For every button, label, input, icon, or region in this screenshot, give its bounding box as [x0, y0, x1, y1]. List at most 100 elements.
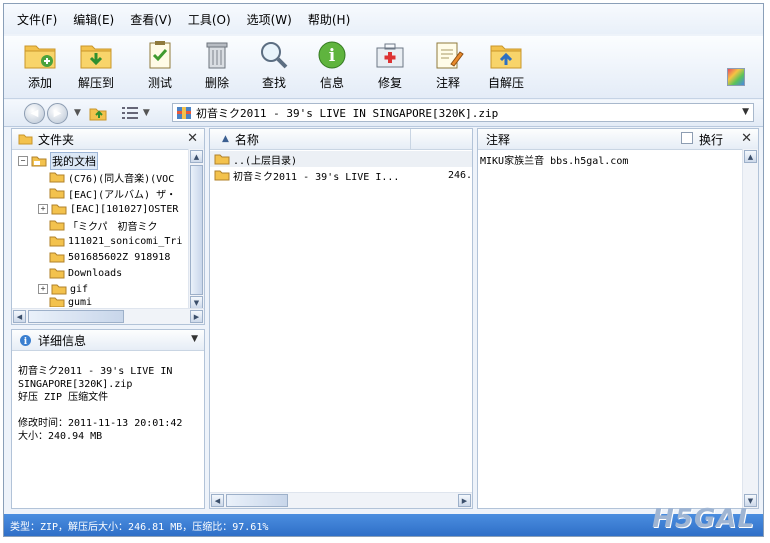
tree-item-label: Downloads	[68, 267, 123, 279]
nav-history-dropdown-icon[interactable]: ▼	[74, 108, 81, 118]
info-button[interactable]: i 信息	[304, 40, 360, 91]
address-dropdown-icon[interactable]: ▼	[742, 107, 749, 117]
tree-item[interactable]: Downloads	[49, 265, 122, 281]
file-list-pane: ▲ 名称 ..(上层目录) 初音ミク2011 - 39's LIVE I... …	[209, 128, 473, 509]
folder-pane-close-icon[interactable]: ✕	[187, 131, 198, 146]
comment-pane-close-icon[interactable]: ✕	[741, 131, 752, 146]
folder-icon	[49, 188, 65, 199]
folder-extract-icon	[80, 45, 112, 69]
status-text: 类型：ZIP，解压后大小：246.81 MB，压缩比：97.61%	[10, 521, 269, 533]
toolbar: 添加 解压到 测试 删除 查找 i 信息 修复 注释 自解压	[4, 36, 763, 99]
tree-item[interactable]: 111021_sonicomi_Tri	[49, 233, 182, 249]
folder-tree-vscroll[interactable]: ▲ ▼	[188, 149, 204, 310]
file-size: 246.	[448, 169, 473, 181]
folder-tree: − 我的文档 (C76)(同人音楽)(VOC [EAC](アルバム) ザ・ + […	[12, 151, 189, 308]
wrap-label: 换行	[699, 133, 724, 147]
folder-icon	[49, 268, 65, 279]
magnifier-icon	[261, 42, 288, 69]
comment-text[interactable]: MIKU家族兰音 bbs.h5gal.com	[480, 152, 628, 167]
address-field[interactable]: 初音ミク2011 - 39's LIVE IN SINGAPORE[320K].…	[172, 103, 754, 122]
scroll-right-icon[interactable]: ▶	[190, 310, 203, 323]
svg-text:i: i	[329, 46, 336, 66]
details-size: 大小：240.94 MB	[18, 431, 103, 442]
tree-item[interactable]: gumi	[49, 297, 92, 307]
file-list-hscroll[interactable]: ◀ ▶	[210, 492, 472, 508]
tree-root[interactable]: − 我的文档	[18, 152, 98, 170]
folder-tree-hscroll[interactable]: ◀ ▶	[12, 308, 204, 324]
column-name-header[interactable]: 名称	[235, 131, 259, 148]
details-type: 好压 ZIP 压缩文件	[18, 392, 109, 403]
tree-item[interactable]: + [EAC][101027]OSTER	[38, 201, 178, 217]
find-button[interactable]: 查找	[246, 40, 302, 91]
forward-icon[interactable]: ▶	[47, 102, 68, 124]
tree-item[interactable]: 501685602Z 918918	[49, 249, 170, 265]
details-pane-header: i 详细信息 ▼	[12, 330, 204, 351]
theme-color-icon[interactable]	[727, 68, 745, 86]
tree-item-label: gif	[70, 283, 89, 295]
up-folder-icon[interactable]	[89, 105, 107, 121]
folder-icon	[214, 170, 230, 181]
scroll-left-icon[interactable]: ◀	[13, 310, 26, 323]
menu-options[interactable]: 选项(W)	[246, 8, 293, 31]
test-button[interactable]: 测试	[132, 40, 188, 91]
repair-button[interactable]: 修复	[362, 40, 418, 91]
folder-icon	[49, 297, 65, 307]
folder-icon	[51, 204, 67, 215]
wrap-checkbox[interactable]	[681, 132, 693, 144]
menu-tools[interactable]: 工具(O)	[187, 8, 232, 31]
extract-to-label: 解压到	[77, 76, 114, 90]
find-label: 查找	[261, 76, 286, 90]
file-list-header: ▲ 名称	[210, 129, 472, 150]
scroll-thumb[interactable]	[190, 165, 203, 295]
comment-vscroll[interactable]: ▲ ▼	[742, 149, 758, 508]
folder-pane-title: 文件夹	[38, 132, 75, 147]
expand-icon[interactable]: +	[38, 284, 48, 294]
details-content: 初音ミク2011 - 39's LIVE IN SINGAPORE[320K].…	[12, 351, 204, 443]
collapse-icon[interactable]: −	[18, 156, 28, 166]
tree-item[interactable]: 「ミクパ 初音ミク	[49, 217, 158, 233]
view-mode-icon[interactable]	[121, 106, 139, 120]
first-aid-kit-icon	[376, 43, 404, 68]
scroll-up-icon[interactable]: ▲	[190, 150, 203, 163]
view-mode-dropdown-icon[interactable]: ▼	[143, 108, 150, 118]
menu-help[interactable]: 帮助(H)	[307, 8, 351, 31]
delete-button[interactable]: 删除	[189, 40, 245, 91]
file-name: 初音ミク2011 - 39's LIVE I...	[233, 171, 400, 183]
details-filename-2: SINGAPORE[320K].zip	[18, 379, 133, 390]
self-extract-button[interactable]: 自解压	[478, 40, 534, 91]
tree-item[interactable]: [EAC](アルバム) ザ・	[49, 185, 176, 201]
scroll-thumb[interactable]	[226, 494, 288, 507]
folder-pane: 文件夹 ✕ − 我的文档 (C76)(同人音楽)(VOC [EAC](アルバム)…	[11, 128, 205, 325]
tree-item-label: 111021_sonicomi_Tri	[68, 235, 183, 247]
note-pencil-icon	[436, 42, 464, 69]
tree-item[interactable]: + gif	[38, 281, 88, 297]
haozip-window: 文件(F) 编辑(E) 查看(V) 工具(O) 选项(W) 帮助(H) 添加 解…	[3, 3, 764, 537]
scroll-thumb[interactable]	[28, 310, 124, 323]
documents-folder-icon	[31, 156, 47, 167]
tree-item[interactable]: (C76)(同人音楽)(VOC	[49, 169, 174, 185]
scroll-up-icon[interactable]: ▲	[744, 150, 757, 163]
sort-asc-icon[interactable]: ▲	[222, 134, 229, 144]
add-button[interactable]: 添加	[12, 40, 68, 91]
extract-to-button[interactable]: 解压到	[68, 40, 124, 91]
menu-view[interactable]: 查看(V)	[129, 8, 173, 31]
menu-edit[interactable]: 编辑(E)	[72, 8, 115, 31]
comment-button[interactable]: 注释	[420, 40, 476, 91]
info-icon: i	[318, 41, 346, 69]
scroll-right-icon[interactable]: ▶	[458, 494, 471, 507]
expand-icon[interactable]: +	[38, 204, 48, 214]
details-pane-title: 详细信息	[38, 333, 87, 348]
delete-label: 删除	[204, 76, 229, 90]
repair-label: 修复	[377, 76, 402, 90]
tree-item-label: (C76)(同人音楽)(VOC	[68, 173, 175, 185]
svg-text:i: i	[24, 337, 28, 347]
test-label: 测试	[147, 76, 172, 90]
menu-file[interactable]: 文件(F)	[16, 8, 58, 31]
column-divider[interactable]	[410, 129, 411, 149]
status-bar: 类型：ZIP，解压后大小：246.81 MB，压缩比：97.61%	[4, 514, 763, 536]
details-collapse-icon[interactable]: ▼	[191, 334, 198, 344]
file-row[interactable]: 初音ミク2011 - 39's LIVE I... 246.	[210, 167, 472, 183]
back-icon[interactable]: ◀	[24, 102, 45, 124]
file-row-parent[interactable]: ..(上层目录)	[210, 151, 472, 167]
scroll-left-icon[interactable]: ◀	[211, 494, 224, 507]
